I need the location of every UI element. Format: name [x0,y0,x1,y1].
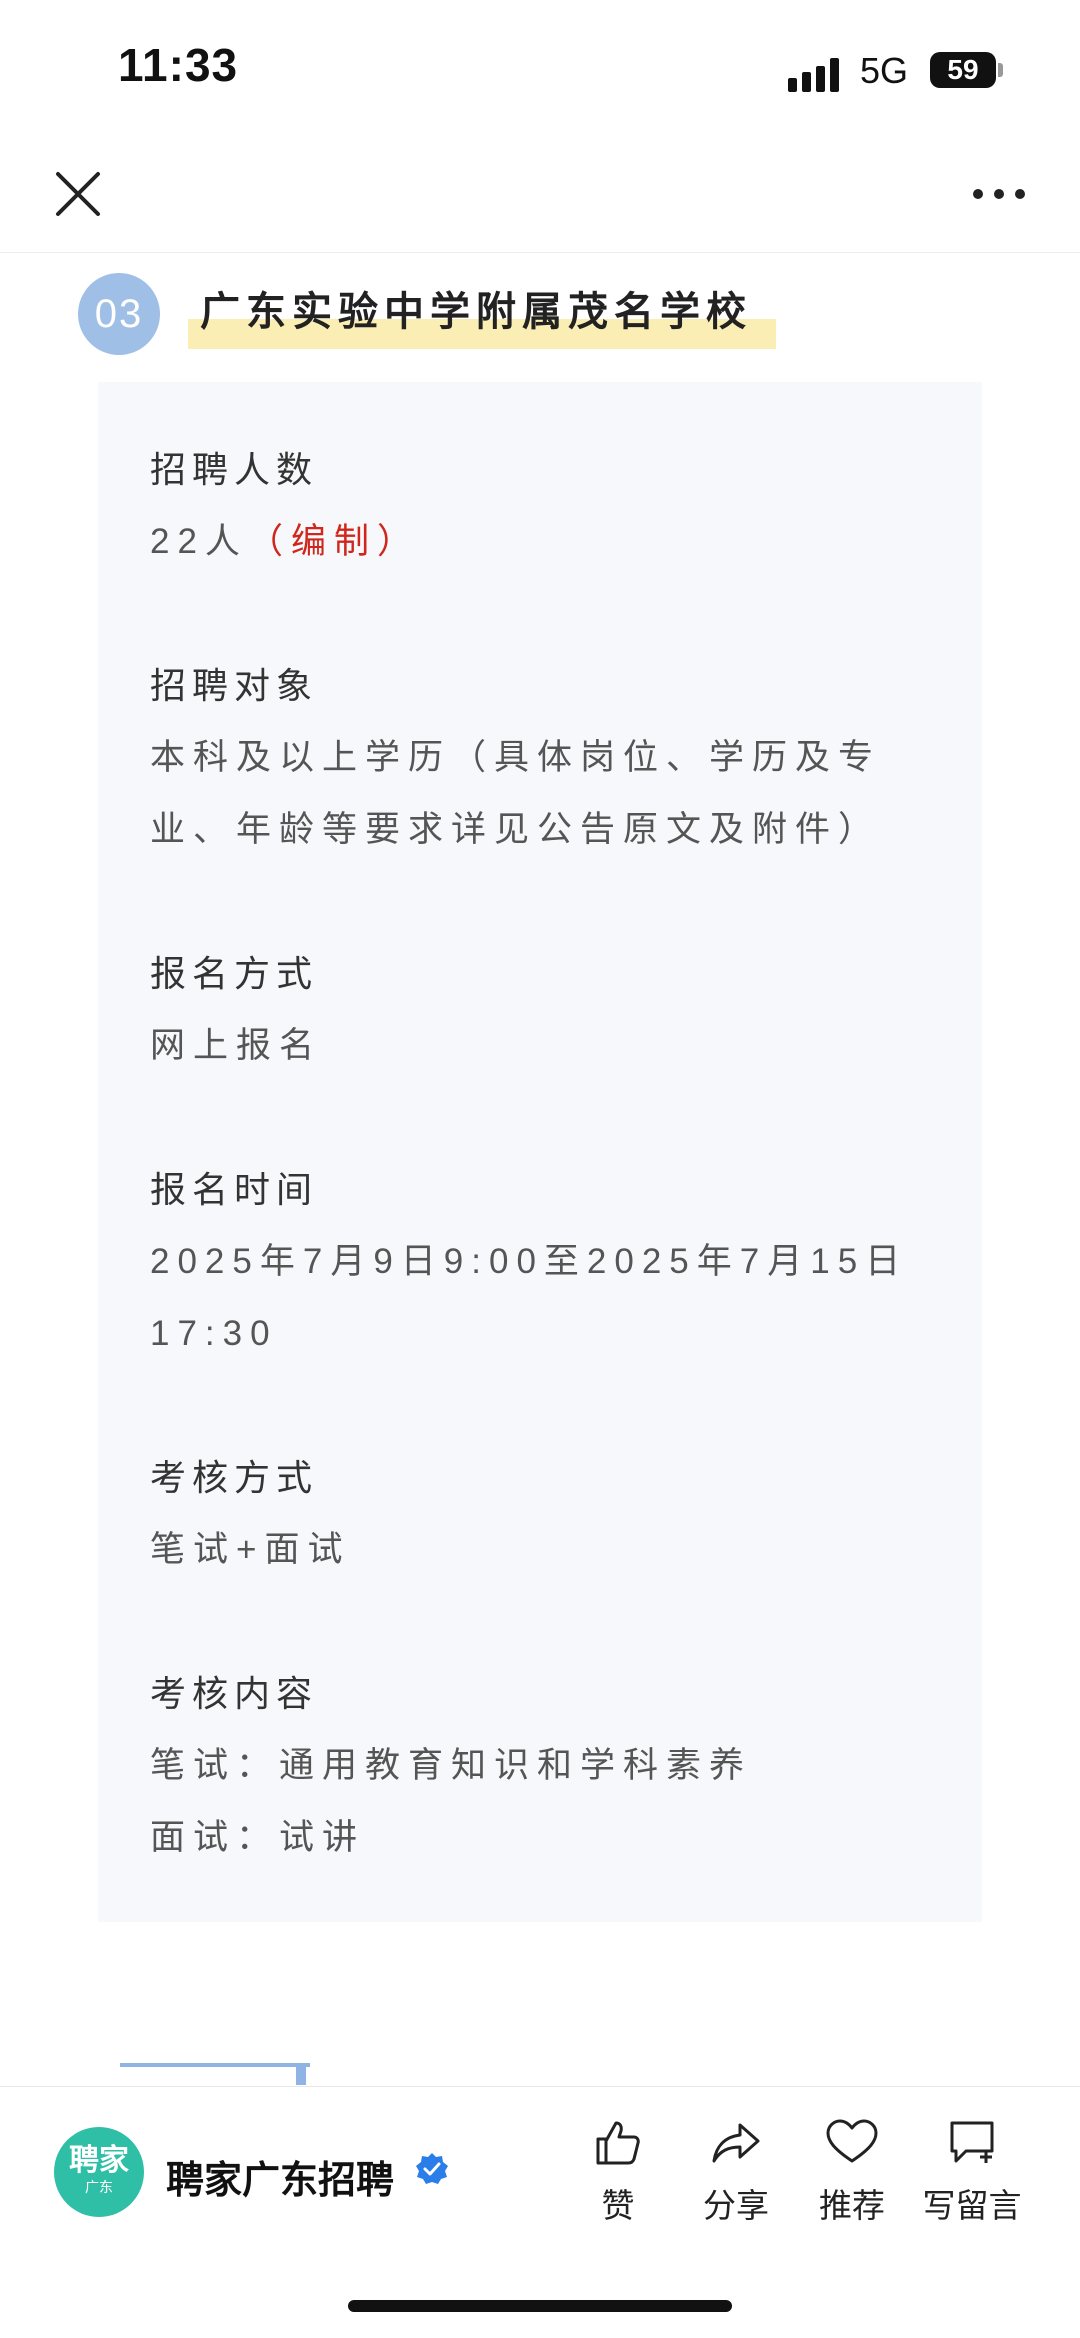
content-line2: 面试：试讲 [150,1818,366,1857]
logo-text: 聘家 [69,2144,129,2177]
count-note: （编制） [247,522,420,561]
top-nav [0,140,1080,253]
share-label: 分享 [703,2187,769,2224]
status-time: 11:33 [118,39,239,91]
target-value-line1: 本科及以上学历（具体岗位、学历及专 [150,738,882,777]
status-bar: 11:33 5G 59 [0,0,1080,140]
field-time: 报名时间 2025年7月9日9:00至2025年7月15日 17:30 [150,1154,908,1370]
home-indicator[interactable] [348,2300,732,2312]
logo-subtext: 广东 [85,2179,113,2195]
account-name[interactable]: 聘家广东招聘 [166,2149,394,2204]
content-line1: 笔试：通用教育知识和学科素养 [150,1746,753,1785]
battery-tip [998,63,1003,77]
account-logo[interactable]: 聘家 广东 [54,2127,144,2217]
network-label: 5G [860,50,909,91]
count-value-row: 22人（编制） [150,506,420,578]
method-value: 网上报名 [150,1026,323,1065]
time-label: 报名时间 [150,1169,319,1210]
count-label: 招聘人数 [150,449,319,490]
field-content: 考核内容 笔试：通用教育知识和学科素养 面试：试讲 [150,1658,752,1874]
target-label: 招聘对象 [150,665,319,706]
recommend-label: 推荐 [819,2187,885,2224]
time-value-line1: 2025年7月9日9:00至2025年7月15日 [150,1242,909,1281]
thumbs-up-icon [596,2121,640,2165]
verified-icon [414,2151,450,2187]
share-icon [712,2123,760,2163]
comment-button[interactable]: 写留言 [912,2115,1032,2227]
field-target: 招聘对象 本科及以上学历（具体岗位、学历及专 业、年龄等要求详见公告原文及附件） [150,650,881,866]
target-value-line2: 业、年龄等要求详见公告原文及附件） [150,810,882,849]
field-exam: 考核方式 笔试+面试 [150,1442,350,1586]
exam-value: 笔试+面试 [150,1530,351,1569]
heart-icon [826,2119,878,2163]
battery-icon: 59 [930,52,996,88]
like-button[interactable]: 赞 [558,2115,678,2227]
comment-label: 写留言 [922,2187,1022,2224]
content-label: 考核内容 [150,1673,319,1714]
field-count: 招聘人数 22人（编制） [150,434,420,578]
recruitment-card: 招聘人数 22人（编制） 招聘对象 本科及以上学历（具体岗位、学历及专 业、年龄… [98,382,982,1922]
like-label: 赞 [601,2187,635,2224]
share-button[interactable]: 分享 [676,2115,796,2227]
section-heading: 03 广东实验中学附属茂名学校 [0,265,1080,365]
count-value: 22人 [150,522,248,561]
time-value-line2: 17:30 [150,1314,278,1353]
more-icon[interactable] [964,164,1034,224]
decorative-bar [296,2063,306,2085]
method-label: 报名方式 [150,953,319,994]
exam-label: 考核方式 [150,1457,319,1498]
school-title: 广东实验中学附属茂名学校 [200,290,752,334]
field-method: 报名方式 网上报名 [150,938,322,1082]
recommend-button[interactable]: 推荐 [792,2115,912,2227]
close-icon[interactable] [48,164,108,224]
comment-icon [950,2121,994,2163]
signal-icon [788,52,844,92]
section-number-badge: 03 [78,273,160,355]
decorative-line [120,2063,310,2067]
